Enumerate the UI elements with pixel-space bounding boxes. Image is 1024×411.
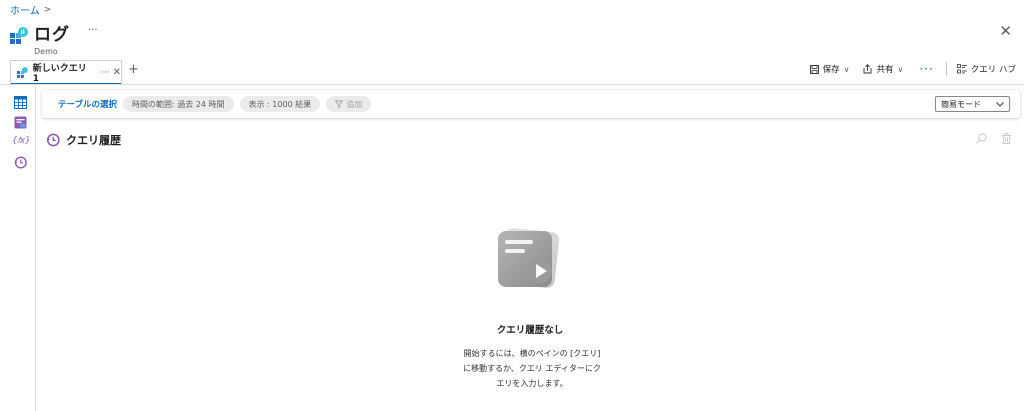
history-title: クエリ履歴	[66, 134, 121, 147]
chevron-down-icon: ∨	[897, 64, 904, 74]
table-select-link[interactable]: テーブルの選択	[58, 98, 117, 110]
tab-label: 新しいクエリ 1	[32, 64, 87, 84]
search-icon[interactable]	[976, 133, 987, 144]
page-subtitle: Demo	[34, 47, 58, 56]
tables-icon[interactable]	[14, 96, 27, 109]
add-filter-label: 追加	[346, 99, 363, 109]
query-hub-button[interactable]: クエリ ハブ	[956, 63, 1016, 75]
toolbar-more-button[interactable]: ···	[919, 62, 933, 76]
mode-dropdown[interactable]: 簡易モード	[935, 96, 1010, 112]
close-button[interactable]: ✕	[999, 24, 1012, 39]
toolbar: 保存 ∨ 共有 ∨ ··· クエリ ハブ	[796, 62, 1016, 76]
empty-state-line: エリを入力します。	[496, 379, 568, 388]
breadcrumb: ホーム >	[10, 2, 52, 18]
chevron-down-icon: ∨	[843, 64, 850, 74]
add-tab-button[interactable]: +	[128, 62, 139, 77]
share-button[interactable]: 共有 ∨	[863, 63, 903, 75]
tab-close-button[interactable]: ✕	[113, 67, 121, 78]
log-analytics-icon	[10, 27, 28, 44]
queries-icon[interactable]	[14, 116, 27, 129]
history-actions	[976, 133, 1012, 144]
empty-state-line: に移動するか、クエリ エディターにク	[463, 364, 601, 373]
save-label: 保存	[822, 65, 840, 75]
tab-more-button[interactable]: ···	[101, 68, 110, 78]
tab-bar-divider	[0, 84, 1024, 85]
share-label: 共有	[876, 65, 894, 75]
history-header: クエリ履歴	[46, 132, 121, 148]
empty-state-title: クエリ履歴なし	[496, 325, 564, 336]
history-icon	[46, 133, 60, 147]
time-range-pill[interactable]: 時間の範囲: 過去 24 時間	[123, 96, 234, 112]
breadcrumb-separator: >	[43, 4, 52, 15]
title-more-button[interactable]: ···	[88, 25, 98, 36]
save-icon	[809, 64, 819, 74]
page-header: ログ ··· Demo	[10, 20, 98, 56]
share-icon	[864, 64, 872, 74]
toolbar-divider	[945, 62, 947, 76]
query-hub-label: クエリ ハブ	[970, 65, 1016, 75]
page-title: ログ	[34, 25, 70, 45]
filter-icon	[335, 100, 344, 108]
empty-history-illustration	[498, 228, 559, 288]
query-builder-bar: テーブルの選択 時間の範囲: 過去 24 時間 表示 : 1000 結果 追加 …	[42, 90, 1020, 118]
save-button[interactable]: 保存 ∨	[809, 63, 850, 75]
query-tab-icon	[17, 67, 28, 78]
delete-icon[interactable]	[1001, 133, 1012, 144]
breadcrumb-home-link[interactable]: ホーム	[10, 2, 40, 17]
empty-state-line: 開始するには、横のペインの [クエリ]	[463, 349, 601, 358]
chevron-down-icon	[996, 101, 1004, 107]
empty-state-description: 開始するには、横のペインの [クエリ] に移動するか、クエリ エディターにク エ…	[432, 346, 632, 391]
history-icon[interactable]	[14, 156, 27, 169]
functions-icon[interactable]: {𝑓x}	[12, 135, 31, 148]
mode-dropdown-value: 簡易モード	[941, 99, 981, 109]
tab-new-query-1[interactable]: 新しいクエリ 1 ··· ✕	[10, 60, 122, 85]
result-limit-pill[interactable]: 表示 : 1000 結果	[239, 96, 321, 112]
query-hub-icon	[956, 64, 967, 74]
left-rail: {𝑓x}	[0, 85, 36, 411]
add-filter-pill[interactable]: 追加	[326, 96, 372, 112]
